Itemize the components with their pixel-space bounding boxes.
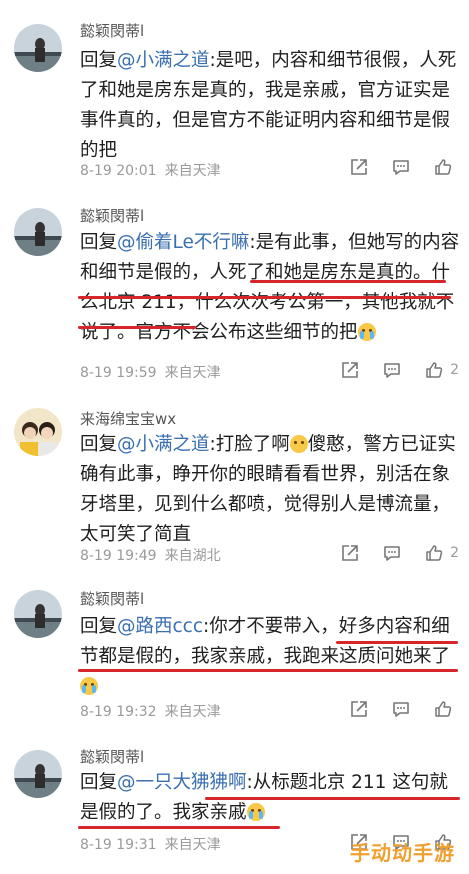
share-button[interactable] [349, 157, 369, 177]
comment-icon [391, 699, 411, 719]
like-button[interactable]: 2 [424, 543, 459, 563]
red-underline [336, 641, 458, 644]
location: 来自天津 [164, 837, 221, 853]
like-count: 2 [450, 362, 459, 378]
avatar[interactable] [14, 24, 62, 72]
timestamp: 8-19 19:32 [80, 704, 157, 720]
mention-link[interactable]: @路西ccc [117, 616, 203, 637]
action-bar [327, 699, 459, 719]
action-bar: 2 [318, 360, 459, 380]
mention-link[interactable]: @小满之道 [117, 50, 210, 71]
share-button[interactable] [349, 699, 369, 719]
red-underline [78, 326, 196, 329]
red-underline [205, 797, 460, 800]
avatar[interactable] [14, 750, 62, 798]
comment-meta: 8-19 19:31 来自天津 [80, 834, 221, 854]
crying-emoji-icon [80, 677, 98, 695]
timestamp: 8-19 19:49 [80, 548, 157, 564]
red-underline [250, 280, 446, 283]
mention-link[interactable]: @一只大狒狒啊 [117, 772, 247, 793]
username[interactable]: 懿颖閔蒂l [80, 590, 144, 608]
comment-meta: 8-19 19:49 来自湖北 [80, 545, 221, 565]
comment-text: 回复@路西ccc:你才不要带入，好多内容和细节都是假的，我家亲戚，我跑来这质问她… [80, 612, 465, 702]
thumbs-up-icon [433, 157, 453, 177]
comment-meta: 8-19 20:01 来自天津 [80, 160, 221, 180]
comment-meta: 8-19 19:59 来自天津 [80, 362, 221, 382]
share-button[interactable] [340, 543, 360, 563]
crying-emoji-icon [246, 803, 265, 821]
comment-icon [382, 543, 402, 563]
mention-link[interactable]: @偷着Le不行嘛 [117, 232, 249, 253]
watermark: 手动动手游 [350, 841, 455, 865]
comment-text-segment: 回复 [80, 50, 118, 71]
comment-meta: 8-19 19:32 来自天津 [80, 701, 221, 721]
mention-link[interactable]: @小满之道 [117, 434, 210, 455]
share-icon [340, 543, 360, 563]
action-bar: 2 [318, 543, 459, 563]
red-underline [78, 826, 280, 829]
share-icon [340, 360, 360, 380]
red-underline [78, 669, 458, 672]
avatar[interactable] [14, 408, 62, 456]
thumbs-up-icon [433, 699, 453, 719]
like-button[interactable] [433, 157, 459, 177]
username[interactable]: 来海绵宝宝wx [80, 410, 176, 428]
avatar[interactable] [14, 208, 62, 256]
thumbs-up-icon [424, 360, 444, 380]
crying-emoji-icon [357, 323, 376, 341]
avatar[interactable] [14, 590, 62, 638]
comment-button[interactable] [391, 699, 411, 719]
username[interactable]: 懿颖閔蒂l [80, 22, 144, 40]
location: 来自天津 [164, 704, 221, 720]
red-underline [78, 296, 451, 299]
location: 来自天津 [164, 365, 221, 381]
timestamp: 8-19 19:59 [80, 365, 157, 381]
comment-item: 来海绵宝宝wx 回复@小满之道:打脸了啊 傻憨，警方已证实确有此事，睁开你的眼睛看… [0, 388, 469, 568]
comment-text-segment: 回复 [80, 232, 118, 253]
like-button[interactable]: 2 [424, 360, 459, 380]
share-button[interactable] [340, 360, 360, 380]
smile-emoji-icon [289, 435, 308, 453]
comment-text: 回复@小满之道:打脸了啊 傻憨，警方已证实确有此事，睁开你的眼睛看看世界，别活在象… [80, 430, 465, 550]
comment-text-segment: :打脸了啊 [209, 434, 290, 455]
thumbs-up-icon [424, 543, 444, 563]
action-bar [327, 157, 459, 177]
timestamp: 8-19 20:01 [80, 163, 157, 179]
comment-button[interactable] [382, 543, 402, 563]
comment-text-segment: 回复 [80, 616, 118, 637]
comment-text: 回复@小满之道:是吧，内容和细节很假，人死了和她是房东是真的，我是亲戚，官方证实… [80, 46, 465, 166]
comment-icon [382, 360, 402, 380]
like-button[interactable] [433, 699, 459, 719]
username[interactable]: 懿颖閔蒂l [80, 207, 144, 225]
like-count: 2 [450, 545, 459, 561]
username[interactable]: 懿颖閔蒂l [80, 748, 144, 766]
comment-text-segment: 回复 [80, 772, 118, 793]
comment-text-segment: 回复 [80, 434, 118, 455]
comment-button[interactable] [391, 157, 411, 177]
comment-icon [391, 157, 411, 177]
timestamp: 8-19 19:31 [80, 837, 157, 853]
location: 来自天津 [164, 163, 221, 179]
comment-button[interactable] [382, 360, 402, 380]
location: 来自湖北 [164, 548, 221, 564]
share-icon [349, 699, 369, 719]
comment-text: 回复@偷着Le不行嘛:是有此事，但她写的内容和细节是假的，人死了和她是房东是真的… [80, 228, 465, 348]
share-icon [349, 157, 369, 177]
